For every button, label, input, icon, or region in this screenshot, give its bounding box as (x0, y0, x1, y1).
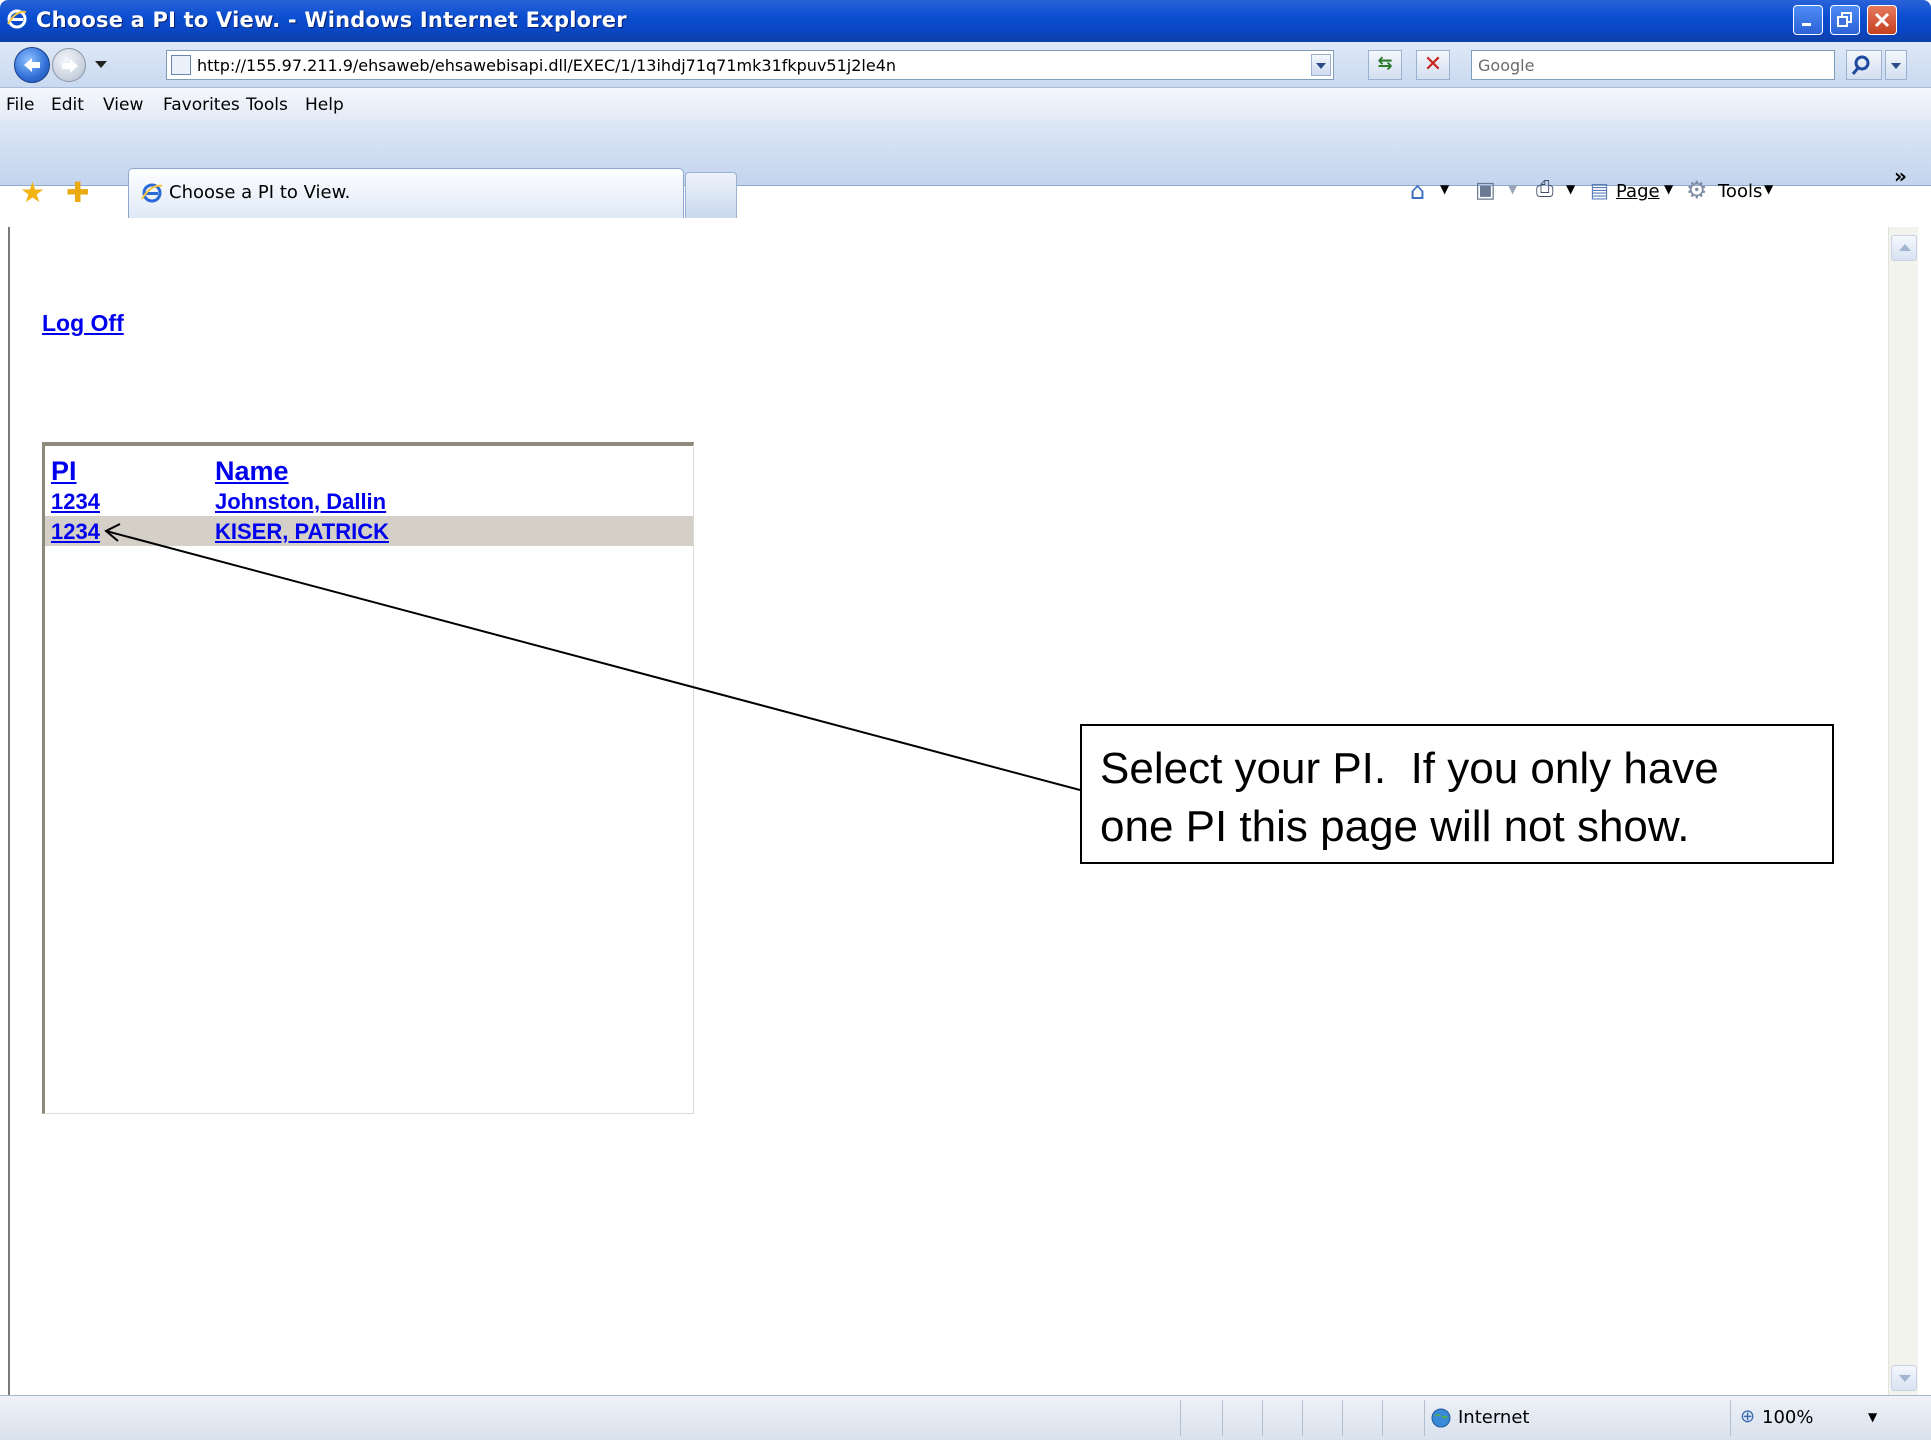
stop-icon: ✕ (1423, 52, 1443, 77)
menu-tools[interactable]: Tools (246, 95, 288, 115)
globe-icon (1431, 1408, 1451, 1428)
recent-pages-dropdown[interactable] (95, 61, 107, 68)
add-favorite-icon[interactable]: ✚ (66, 176, 89, 209)
toolbar-overflow-chevron[interactable]: » (1894, 164, 1907, 188)
forward-button[interactable] (52, 48, 86, 82)
column-header-pi[interactable]: PI (51, 456, 77, 487)
search-icon (1851, 55, 1870, 75)
menu-view[interactable]: View (103, 95, 143, 115)
ie-page-icon (141, 183, 163, 203)
window-title: Choose a PI to View. - Windows Internet … (36, 8, 627, 32)
back-button[interactable] (14, 47, 50, 83)
table-row[interactable]: 1234 Johnston, Dallin (45, 488, 693, 516)
log-off-link[interactable]: Log Off (42, 310, 124, 337)
table-header-row: PI Name (45, 456, 693, 486)
gear-icon: ⚙ (1686, 176, 1708, 204)
home-dropdown-icon[interactable]: ▼ (1440, 182, 1449, 196)
scroll-down-button[interactable] (1891, 1365, 1917, 1391)
search-input[interactable]: Google (1471, 50, 1835, 80)
search-button[interactable] (1846, 50, 1882, 80)
feeds-dropdown-icon: ▼ (1508, 182, 1518, 196)
pi-table: PI Name 1234 Johnston, Dallin 1234 KISER… (42, 442, 694, 1114)
annotation-callout: Select your PI. If you only have one PI … (1080, 724, 1834, 864)
address-url[interactable]: http://155.97.211.9/ehsaweb/ehsawebisapi… (197, 56, 896, 75)
search-options-dropdown[interactable] (1885, 50, 1907, 80)
column-header-name[interactable]: Name (215, 456, 289, 487)
zoom-dropdown-icon[interactable]: ▼ (1868, 1410, 1877, 1424)
status-divider (1424, 1400, 1425, 1436)
status-divider (1222, 1400, 1223, 1436)
status-divider (1262, 1400, 1263, 1436)
back-arrow-icon (24, 58, 40, 72)
close-icon (1874, 12, 1890, 28)
page-menu-button[interactable]: Page (1616, 181, 1660, 202)
minimize-icon (1802, 23, 1811, 26)
row-name-link[interactable]: Johnston, Dallin (215, 489, 386, 515)
menu-favorites[interactable]: Favorites (163, 95, 240, 115)
tools-dropdown-icon[interactable]: ▼ (1764, 182, 1773, 196)
scroll-up-button[interactable] (1891, 235, 1917, 261)
favorites-star-icon[interactable]: ★ (20, 176, 45, 209)
tab-label[interactable]: Choose a PI to View. (169, 182, 350, 203)
print-icon[interactable]: ⎙ (1536, 177, 1554, 202)
address-toolbar: http://155.97.211.9/ehsaweb/ehsawebisapi… (0, 42, 1931, 88)
new-tab-button[interactable] (685, 172, 737, 218)
address-field[interactable]: http://155.97.211.9/ehsaweb/ehsawebisapi… (166, 50, 1334, 80)
feeds-icon[interactable]: ▣ (1475, 178, 1496, 203)
stop-button[interactable]: ✕ (1416, 50, 1450, 80)
tools-menu-button[interactable]: Tools (1718, 181, 1762, 202)
status-divider (1302, 1400, 1303, 1436)
vertical-scrollbar[interactable] (1888, 227, 1918, 1395)
zoom-icon: ⊕ (1740, 1406, 1756, 1427)
forward-arrow-icon (62, 59, 78, 73)
restore-icon (1837, 12, 1852, 27)
close-button[interactable] (1867, 5, 1897, 35)
zoom-level-button[interactable]: 100% (1762, 1407, 1813, 1428)
status-divider (1382, 1400, 1383, 1436)
search-placeholder: Google (1478, 56, 1535, 75)
table-row-selected[interactable]: 1234 KISER, PATRICK (45, 516, 693, 546)
row-pi-link[interactable]: 1234 (51, 519, 100, 545)
ie-logo-icon (7, 9, 27, 29)
callout-line-2: one PI this page will not show. (1100, 802, 1690, 851)
address-dropdown-button[interactable] (1311, 54, 1331, 76)
menu-edit[interactable]: Edit (51, 95, 84, 115)
page-dropdown-icon[interactable]: ▼ (1664, 182, 1673, 196)
refresh-icon: ⇆ (1377, 53, 1393, 74)
status-divider (1180, 1400, 1181, 1436)
refresh-button[interactable]: ⇆ (1368, 50, 1402, 80)
minimize-button[interactable] (1793, 5, 1823, 35)
menu-file[interactable]: File (6, 95, 34, 115)
row-pi-link[interactable]: 1234 (51, 489, 100, 515)
page-icon-toolbar: ▤ (1590, 178, 1609, 202)
title-bar: Choose a PI to View. - Windows Internet … (0, 0, 1931, 42)
menu-bar: File Edit View Favorites Tools Help (0, 88, 1931, 122)
row-name-link[interactable]: KISER, PATRICK (215, 519, 389, 545)
status-divider (1730, 1400, 1731, 1436)
status-divider (1342, 1400, 1343, 1436)
status-bar: Internet ⊕ 100% ▼ (0, 1395, 1931, 1440)
home-icon[interactable]: ⌂ (1410, 177, 1425, 205)
security-zone: Internet (1458, 1407, 1530, 1428)
callout-line-1: Select your PI. If you only have (1100, 744, 1719, 793)
print-dropdown-icon[interactable]: ▼ (1566, 182, 1575, 196)
menu-help[interactable]: Help (305, 95, 344, 115)
page-icon (171, 55, 191, 75)
restore-button[interactable] (1830, 5, 1860, 35)
